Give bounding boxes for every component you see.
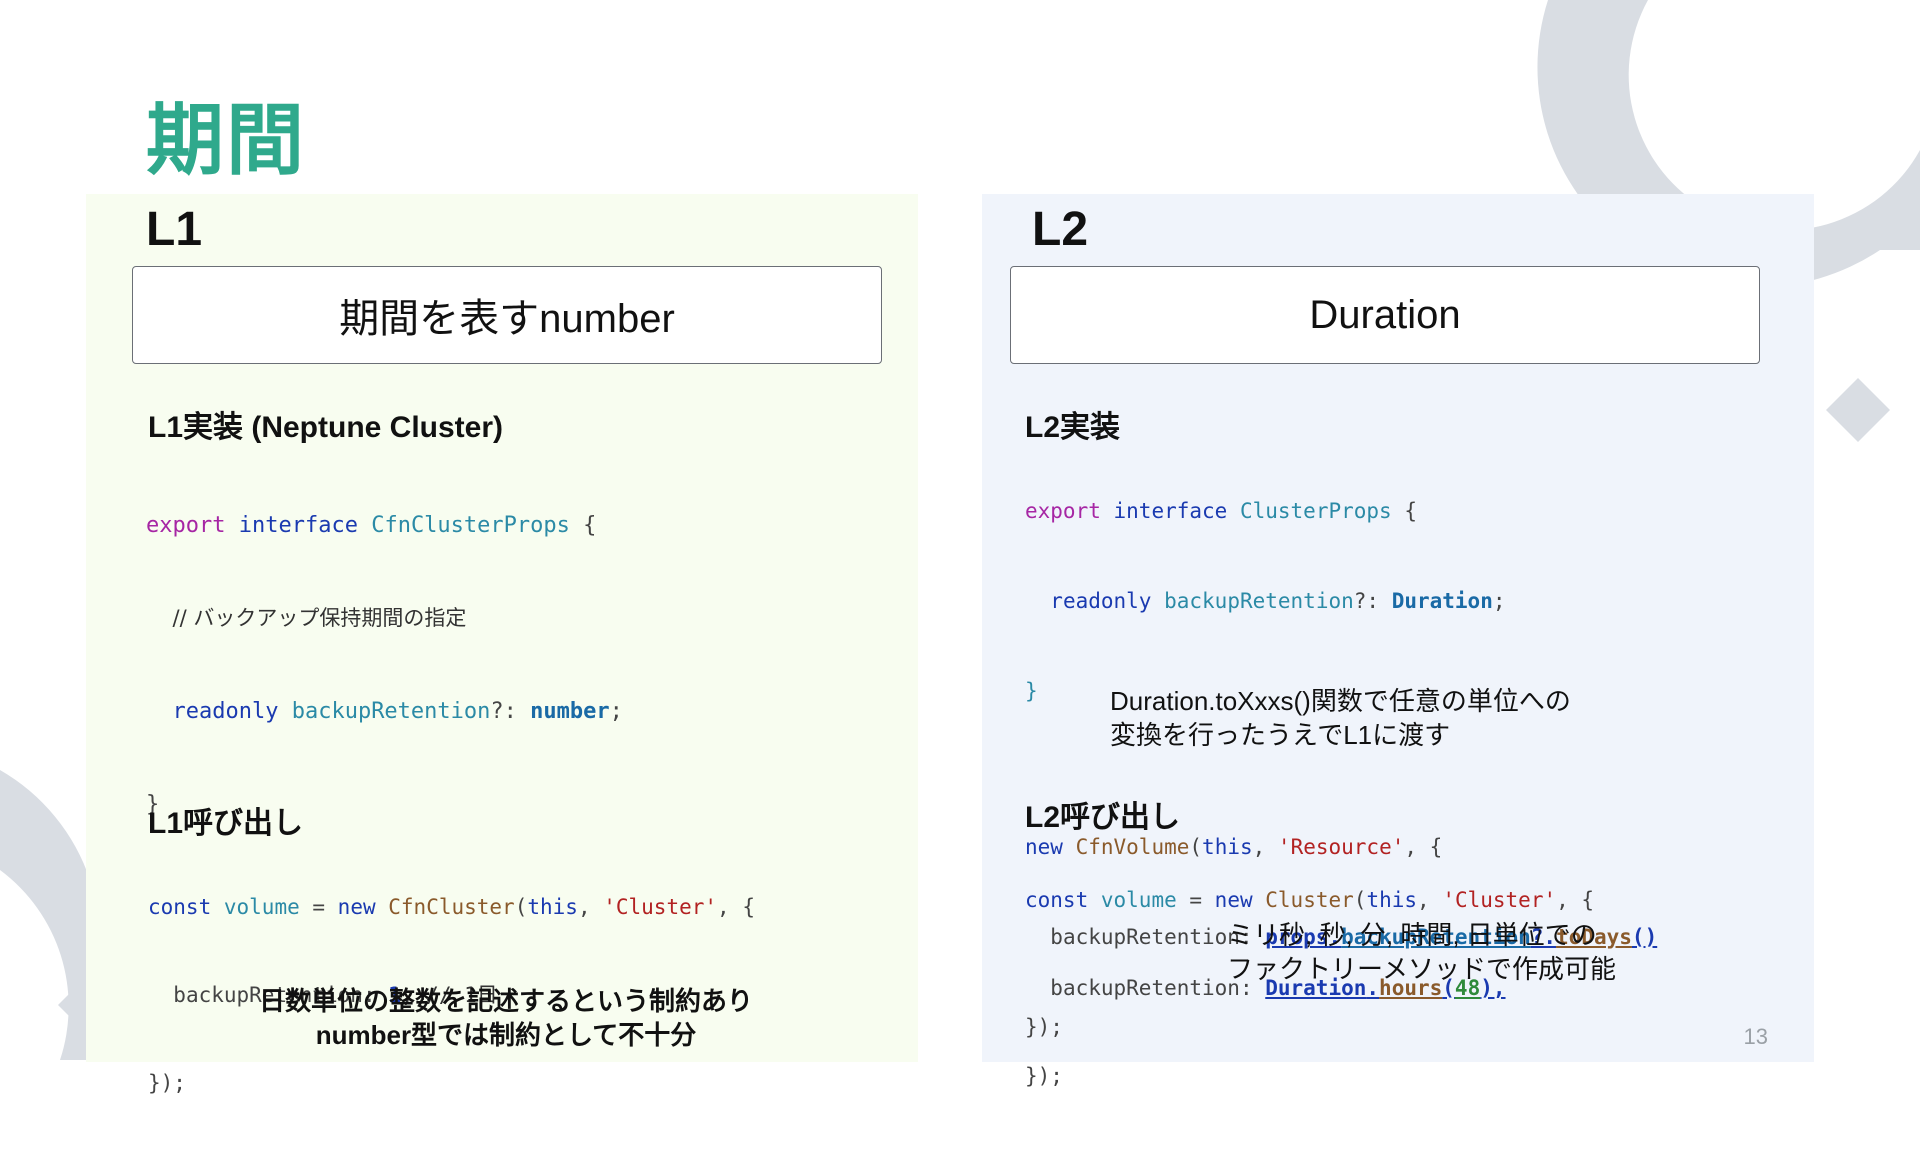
l1-panel: L1 期間を表すnumber L1実装 (Neptune Cluster) ex… bbox=[86, 194, 918, 1095]
l1-impl-heading: L1実装 (Neptune Cluster) bbox=[148, 411, 504, 444]
code-line: export interface CfnClusterProps { bbox=[146, 513, 597, 538]
l2-impl-note: Duration.toXxxs()関数で任意の単位への 変換を行ったうえでL1に… bbox=[1110, 686, 1571, 750]
l1-type-box-label: 期間を表すnumber bbox=[339, 297, 675, 341]
slide-title: 期間 bbox=[146, 96, 307, 186]
l2-panel: L2 Duration L2実装 export interface Cluste… bbox=[982, 194, 1814, 1088]
code-line: }); bbox=[148, 1071, 186, 1095]
l2-call-code: const volume = new Cluster(this, 'Cluste… bbox=[1025, 832, 1594, 1144]
page-number: 13 bbox=[1743, 1024, 1768, 1049]
l2-type-box-label: Duration bbox=[1309, 292, 1461, 337]
l1-constraint-note: 日数単位の整数を記述するという制約あり number型では制約として不十分 bbox=[258, 986, 753, 1050]
code-line: // バックアップ保持期間の指定 bbox=[172, 606, 467, 630]
l2-call-note: ミリ秒, 秒, 分, 時間, 日単位での ファクトリーメソッドで作成可能 bbox=[1227, 920, 1616, 984]
code-line: readonly backupRetention?: number; bbox=[172, 699, 623, 724]
decorative-diamond-right bbox=[1826, 378, 1890, 442]
code-line: const volume = new Cluster(this, 'Cluste… bbox=[1025, 888, 1595, 912]
code-line: const volume = new CfnCluster(this, 'Clu… bbox=[148, 895, 755, 919]
l2-impl-heading: L2実装 bbox=[1025, 411, 1121, 444]
code-line: export interface ClusterProps { bbox=[1025, 499, 1417, 523]
l1-call-heading: L1呼び出し bbox=[148, 807, 304, 840]
l1-level-label: L1 bbox=[146, 203, 203, 256]
l2-type-box: Duration bbox=[1010, 266, 1760, 364]
code-line: readonly backupRetention?: Duration; bbox=[1050, 589, 1506, 613]
l2-level-label: L2 bbox=[1032, 203, 1089, 256]
code-line: }); bbox=[1025, 1064, 1063, 1088]
l1-type-box: 期間を表すnumber bbox=[132, 266, 882, 364]
l2-call-heading: L2呼び出し bbox=[1025, 801, 1181, 834]
